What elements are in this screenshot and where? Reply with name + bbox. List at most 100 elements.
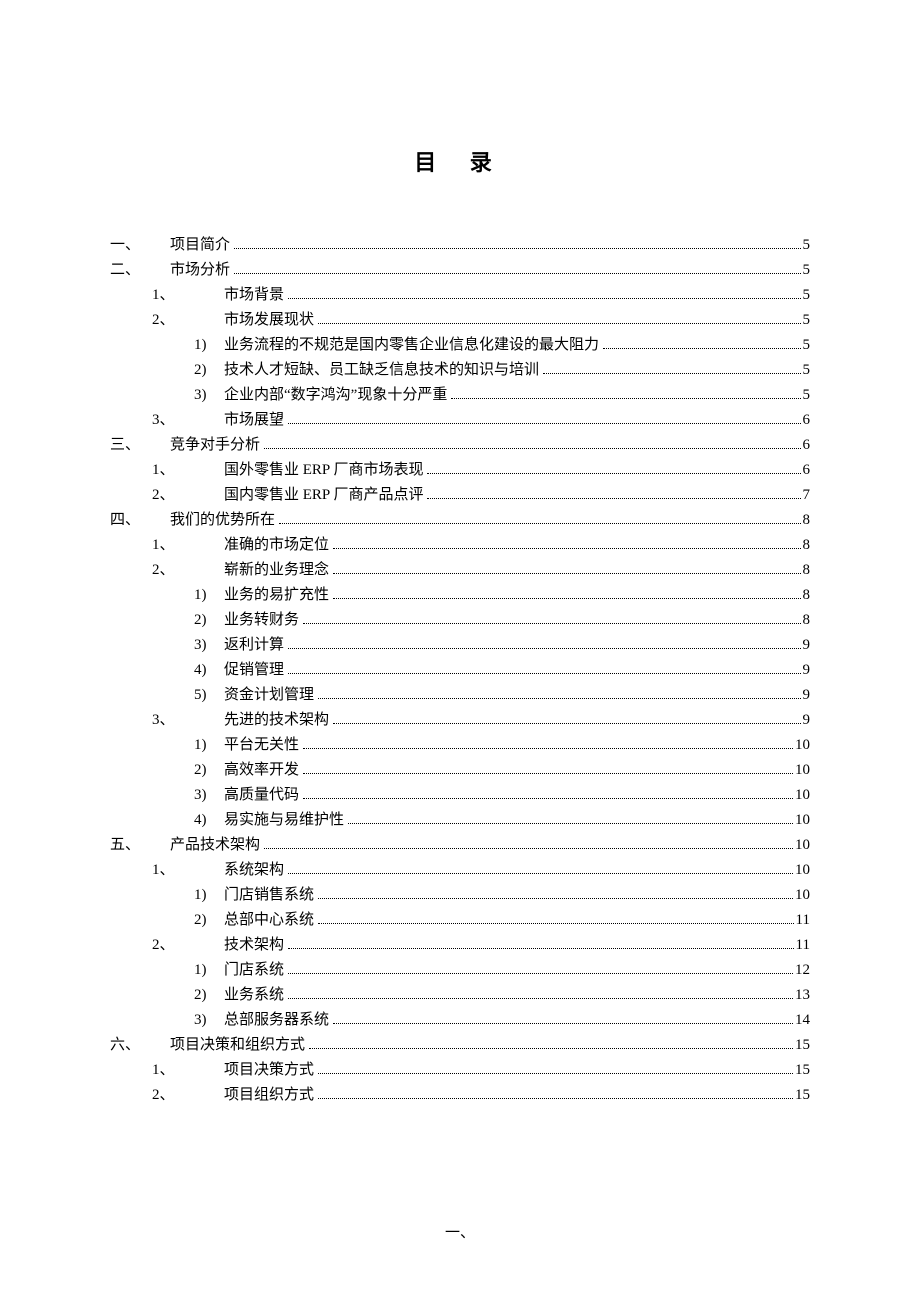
- toc-entry[interactable]: 2、项目组织方式15: [110, 1083, 810, 1108]
- toc-entry[interactable]: 2、 技术架构 11: [110, 933, 810, 958]
- toc-leader: [288, 423, 800, 424]
- toc-entry[interactable]: 2)技术人才短缺、员工缺乏信息技术的知识与培训5: [110, 358, 810, 383]
- toc-page-number: 8: [803, 588, 811, 603]
- toc-leader: [543, 373, 800, 374]
- toc-entry[interactable]: 3)总部服务器系统14: [110, 1008, 810, 1033]
- toc-marker: 2): [194, 913, 224, 928]
- toc-marker: 1): [194, 738, 224, 753]
- toc-marker: 1、: [152, 1063, 202, 1078]
- toc-page-number: 10: [795, 863, 810, 878]
- toc-entry[interactable]: 5)资金计划管理9: [110, 683, 810, 708]
- toc-entry[interactable]: 1)门店销售系统10: [110, 883, 810, 908]
- toc-page-number: 6: [803, 438, 811, 453]
- toc-title: 准确的市场定位: [224, 538, 329, 553]
- toc-leader: [303, 623, 800, 624]
- toc-entry[interactable]: 六、项目决策和组织方式15: [110, 1033, 810, 1058]
- toc-entry[interactable]: 1、系统架构10: [110, 858, 810, 883]
- toc-title: 技术人才短缺、员工缺乏信息技术的知识与培训: [224, 363, 539, 378]
- toc-leader: [348, 823, 793, 824]
- toc-marker: 3、: [152, 413, 202, 428]
- toc-entry[interactable]: 1)平台无关性10: [110, 733, 810, 758]
- toc-marker: 1、: [152, 463, 202, 478]
- toc-entry[interactable]: 4)促销管理9: [110, 658, 810, 683]
- toc-title: 市场分析: [170, 263, 230, 278]
- toc-title: 业务转财务: [224, 613, 299, 628]
- toc-page-number: 10: [795, 888, 810, 903]
- toc-marker: 2、: [152, 938, 202, 953]
- toc-entry[interactable]: 3)返利计算9: [110, 633, 810, 658]
- toc-page-number: 12: [795, 963, 810, 978]
- toc-title: 产品技术架构: [170, 838, 260, 853]
- toc-page-number: 6: [803, 413, 811, 428]
- toc-entry[interactable]: 3、先进的技术架构9: [110, 708, 810, 733]
- toc-title: 先进的技术架构: [224, 713, 329, 728]
- toc-entry[interactable]: 1、市场背景5: [110, 283, 810, 308]
- toc-entry[interactable]: 1)业务流程的不规范是国内零售企业信息化建设的最大阻力5: [110, 333, 810, 358]
- toc-entry[interactable]: 1、 国外零售业 ERP 厂商市场表现 6: [110, 458, 810, 483]
- toc-leader: [318, 323, 800, 324]
- toc-marker: 3): [194, 388, 224, 403]
- toc-entry[interactable]: 1、项目决策方式15: [110, 1058, 810, 1083]
- toc-entry[interactable]: 3)高质量代码10: [110, 783, 810, 808]
- toc-leader: [288, 648, 800, 649]
- toc-entry[interactable]: 1)业务的易扩充性8: [110, 583, 810, 608]
- toc-entry[interactable]: 一、项目简介5: [110, 233, 810, 258]
- toc-entry[interactable]: 二、市场分析5: [110, 258, 810, 283]
- toc-page-number: 10: [795, 813, 810, 828]
- toc-entry[interactable]: 三、竞争对手分析6: [110, 433, 810, 458]
- toc-entry[interactable]: 2、崭新的业务理念8: [110, 558, 810, 583]
- toc-page-number: 6: [803, 463, 811, 478]
- toc-title: 项目决策和组织方式: [170, 1038, 305, 1053]
- toc-page-number: 10: [795, 763, 810, 778]
- toc-entry[interactable]: 3、市场展望6: [110, 408, 810, 433]
- toc-entry[interactable]: 四、我们的优势所在8: [110, 508, 810, 533]
- document-page: 目 录 一、项目简介5二、市场分析51、市场背景52、市场发展现状51)业务流程…: [0, 0, 920, 1302]
- toc-title: 高质量代码: [224, 788, 299, 803]
- toc-title: 业务流程的不规范是国内零售企业信息化建设的最大阻力: [224, 338, 599, 353]
- toc-marker: 2、: [152, 1088, 202, 1103]
- toc-entry[interactable]: 1、准确的市场定位8: [110, 533, 810, 558]
- toc-leader: [309, 1048, 793, 1049]
- toc-entry[interactable]: 2、市场发展现状5: [110, 308, 810, 333]
- toc-title: 高效率开发: [224, 763, 299, 778]
- toc-page-number: 10: [795, 738, 810, 753]
- toc-marker: 一、: [110, 238, 170, 253]
- toc-leader: [264, 848, 793, 849]
- toc-leader: [288, 973, 793, 974]
- toc-entry[interactable]: 2)高效率开发 10: [110, 758, 810, 783]
- toc-title: 技术架构: [224, 938, 284, 953]
- toc-title: 国内零售业 ERP 厂商产品点评: [224, 488, 423, 503]
- toc-marker: 2): [194, 988, 224, 1003]
- toc-leader: [333, 548, 800, 549]
- toc-entry[interactable]: 4)易实施与易维护性10: [110, 808, 810, 833]
- toc-page-number: 9: [803, 688, 811, 703]
- toc-page-number: 5: [803, 238, 811, 253]
- toc-title: 总部服务器系统: [224, 1013, 329, 1028]
- toc-entry[interactable]: 2)总部中心系统11: [110, 908, 810, 933]
- toc-leader: [451, 398, 800, 399]
- toc-title: 项目组织方式: [224, 1088, 314, 1103]
- toc-page-number: 11: [796, 913, 810, 928]
- toc-page-number: 11: [796, 938, 810, 953]
- toc-leader: [318, 898, 793, 899]
- toc-marker: 五、: [110, 838, 170, 853]
- toc-leader: [318, 923, 794, 924]
- toc-page-number: 8: [803, 538, 811, 553]
- toc-leader: [303, 748, 793, 749]
- toc-page-number: 7: [803, 488, 811, 503]
- toc-page-number: 8: [803, 563, 811, 578]
- toc-page-number: 15: [795, 1063, 810, 1078]
- toc-title: 国外零售业 ERP 厂商市场表现: [224, 463, 423, 478]
- toc-entry[interactable]: 2)业务转财务8: [110, 608, 810, 633]
- toc-entry[interactable]: 3)企业内部“数字鸿沟”现象十分严重5: [110, 383, 810, 408]
- toc-entry[interactable]: 2、国内零售业 ERP 厂商产品点评7: [110, 483, 810, 508]
- toc-title: 系统架构: [224, 863, 284, 878]
- toc-leader: [333, 598, 800, 599]
- toc-leader: [333, 1023, 793, 1024]
- toc-entry[interactable]: 1)门店系统12: [110, 958, 810, 983]
- toc-marker: 2): [194, 763, 224, 778]
- toc-entry[interactable]: 2)业务系统13: [110, 983, 810, 1008]
- toc-leader: [303, 773, 793, 774]
- toc-entry[interactable]: 五、产品技术架构10: [110, 833, 810, 858]
- toc-marker: 3、: [152, 713, 202, 728]
